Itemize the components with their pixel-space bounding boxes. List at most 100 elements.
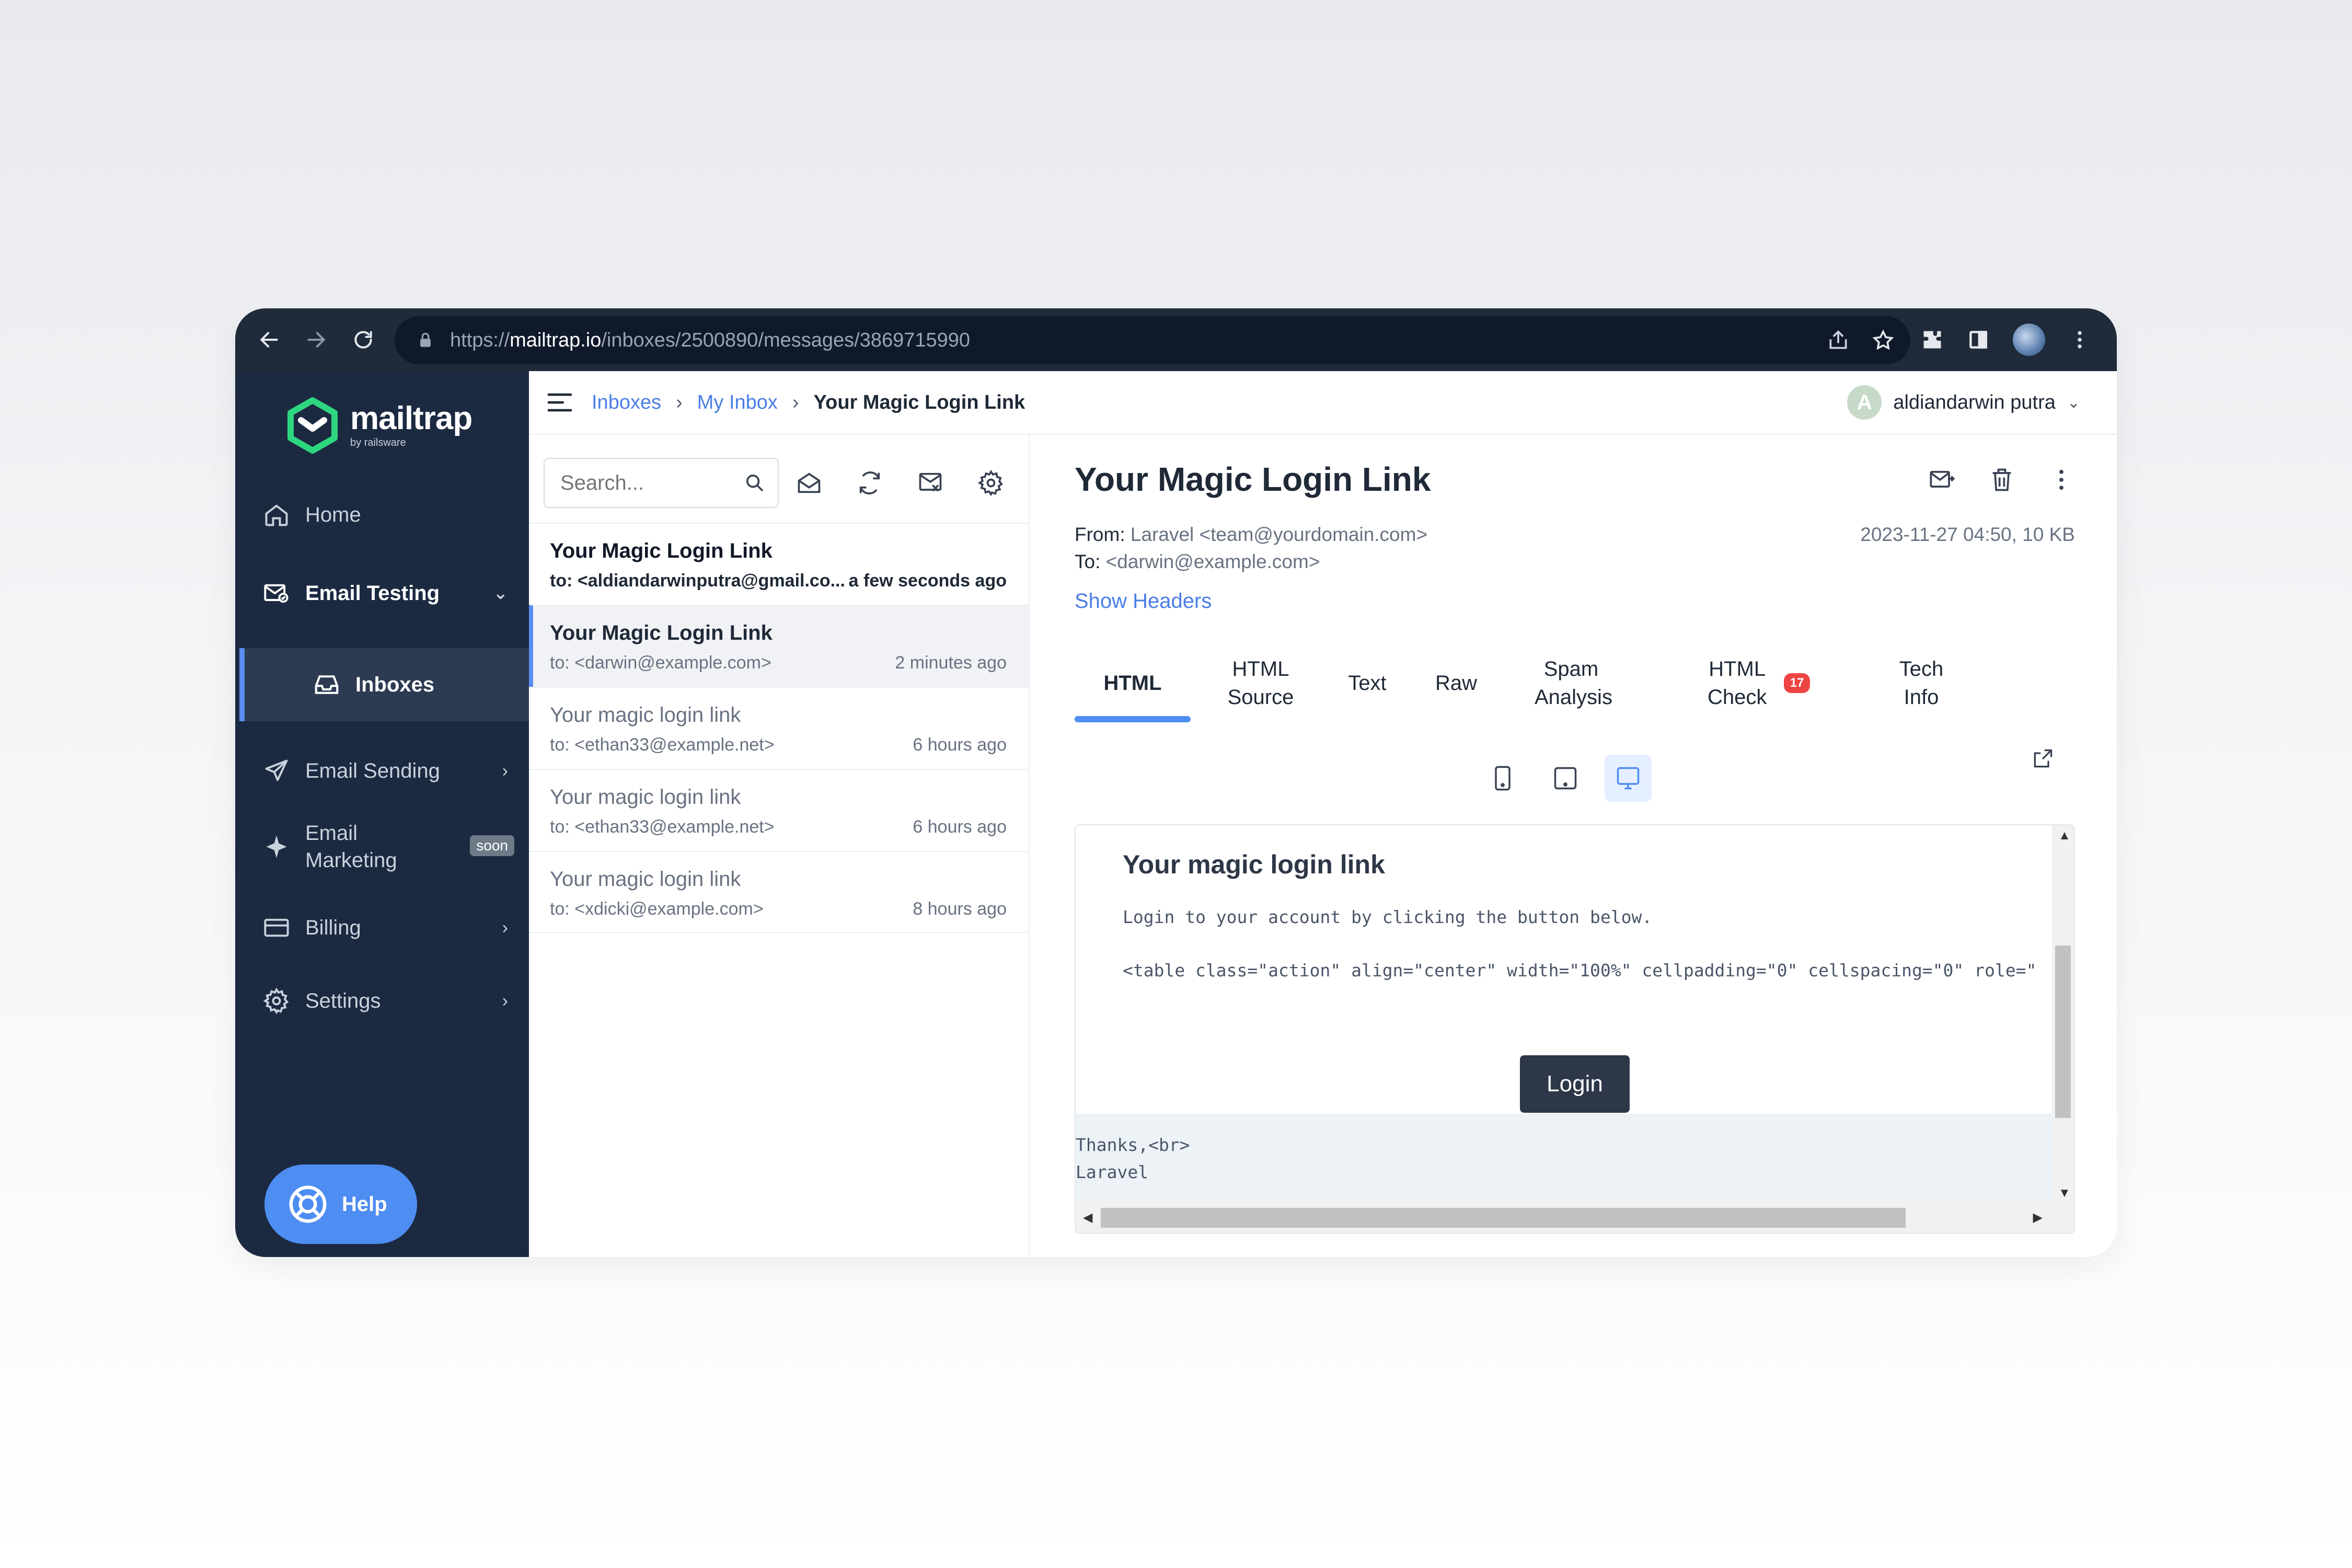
chevron-right-icon: › [502,760,508,781]
lock-icon [420,332,431,347]
tab-label: Text [1348,672,1387,695]
breadcrumb-current: Your Magic Login Link [813,391,1025,413]
message-subject: Your Magic Login Link [550,539,773,562]
tab-html-source[interactable]: HTML Source [1219,644,1302,722]
forward-icon[interactable] [293,316,340,363]
scroll-down-arrow-icon[interactable]: ▼ [2058,1186,2071,1201]
message-tabs: HTML HTML Source Text Raw Spam Analysis … [1075,644,2073,722]
bookmark-star-icon[interactable] [1872,329,1895,352]
vertical-scrollbar[interactable]: ▲ ▼ [2052,825,2074,1203]
breadcrumb-my-inbox[interactable]: My Inbox [697,391,778,414]
mobile-view-button[interactable] [1479,755,1526,802]
chevron-right-icon: › [502,917,508,938]
tab-label: HTML [1103,672,1162,695]
from-line: From: Laravel <team@yourdomain.com> [1075,524,1427,546]
tab-label: Raw [1435,672,1478,695]
list-item[interactable]: Your Magic Login Link to: <darwin@exampl… [529,605,1029,687]
scroll-up-arrow-icon[interactable]: ▲ [2058,828,2071,843]
login-button[interactable]: Login [1520,1055,1630,1113]
sidebar-item-home[interactable]: Home [235,486,529,544]
tablet-view-button[interactable] [1542,755,1589,802]
extensions-puzzle-icon[interactable] [1921,328,1944,351]
list-toolbar [795,458,1005,508]
preview-footer-line: Thanks,<br> [1076,1135,1190,1155]
breadcrumb-inboxes[interactable]: Inboxes [592,391,661,414]
scroll-right-arrow-icon[interactable]: ▶ [2033,1210,2043,1225]
user-menu[interactable]: A aldiandarwin putra ⌄ [1847,371,2080,434]
inbox-icon [313,671,341,699]
inbox-settings-icon[interactable] [977,469,1005,497]
horizontal-scrollbar[interactable]: ◀ ▶ [1076,1203,2074,1233]
message-time: 2 minutes ago [895,653,1007,673]
message-recipient: to: <ethan33@example.net> [550,735,775,755]
browser-window: https://mailtrap.io/inboxes/2500890/mess… [235,308,2117,1257]
side-panel-icon[interactable] [1967,328,1990,351]
logo-subtitle: by railsware [350,436,406,448]
breadcrumb-separator: › [676,391,683,413]
clear-inbox-icon[interactable] [917,469,944,497]
refresh-icon[interactable] [856,469,883,497]
list-item[interactable]: Your magic login link to: <xdicki@exampl… [529,851,1029,933]
trash-icon[interactable] [1988,466,2015,493]
chevron-down-icon: ⌄ [493,583,509,603]
horizontal-scroll-thumb[interactable] [1101,1208,1906,1228]
list-item[interactable]: Your magic login link to: <ethan33@examp… [529,687,1029,769]
forward-email-icon[interactable] [1929,466,1956,493]
more-options-icon[interactable] [2048,466,2075,493]
list-item[interactable]: Your magic login link to: <ethan33@examp… [529,769,1029,851]
message-pane: Your Magic Login Link From: Laravel <tea… [1030,435,2117,1257]
lifebuoy-icon [289,1185,327,1223]
address-bar[interactable]: https://mailtrap.io/inboxes/2500890/mess… [395,316,1910,364]
sidebar-item-email-sending[interactable]: Email Sending › [235,742,529,800]
sidebar: mailtrap by railsware Home Email Testing… [235,371,529,1257]
help-button[interactable]: Help [264,1165,417,1244]
to-label: To: [1075,551,1101,572]
message-date-size: 2023-11-27 04:50, 10 KB [1860,524,2075,545]
sidebar-item-settings[interactable]: Settings › [235,972,529,1030]
sidebar-item-inboxes[interactable]: Inboxes [239,648,529,721]
search-input[interactable] [559,470,734,495]
browser-menu-icon[interactable] [2068,328,2091,351]
tab-label: HTML Source [1227,658,1294,709]
message-title: Your Magic Login Link [1075,460,1431,498]
back-icon[interactable] [246,316,293,363]
mailtrap-logo[interactable]: mailtrap by railsware [286,397,472,454]
message-subject: Your magic login link [550,868,741,891]
search-icon[interactable] [744,472,765,493]
tab-html[interactable]: HTML [1075,644,1191,722]
sidebar-item-email-marketing[interactable]: Email Marketing soon [235,805,529,889]
credit-card-icon [262,914,291,942]
menu-toggle-icon[interactable] [548,392,572,413]
url-text: https://mailtrap.io/inboxes/2500890/mess… [450,329,971,351]
paper-plane-icon [262,757,291,785]
tab-tech-info[interactable]: Tech Info [1882,644,1961,722]
scroll-left-arrow-icon[interactable]: ◀ [1083,1210,1092,1225]
list-item[interactable]: Your Magic Login Link to: <aldiandarwinp… [529,523,1029,605]
tab-label: Spam Analysis [1535,658,1612,709]
tab-raw[interactable]: Raw [1425,644,1488,722]
tablet-icon [1554,767,1577,790]
message-subject: Your Magic Login Link [550,621,773,644]
share-icon[interactable] [1827,329,1850,352]
preview-footer: Thanks,<br> Laravel [1076,1114,2052,1203]
tab-spam-analysis[interactable]: Spam Analysis [1514,644,1629,722]
show-headers-link[interactable]: Show Headers [1075,590,1212,613]
message-actions [1929,466,2075,493]
email-testing-icon [262,579,291,607]
preview-body-line: Login to your account by clicking the bu… [1123,907,1653,927]
message-recipient: to: <xdicki@example.com> [550,899,764,919]
desktop-view-button[interactable] [1605,755,1652,802]
tab-html-check[interactable]: HTML Check 17 [1676,644,1838,722]
logo-wordmark: mailtrap [350,400,472,436]
sidebar-item-email-testing[interactable]: Email Testing ⌄ [235,564,529,622]
vertical-scroll-thumb[interactable] [2055,946,2071,1118]
tab-text[interactable]: Text [1336,644,1399,722]
mark-read-icon[interactable] [795,469,823,497]
profile-avatar[interactable] [2013,324,2045,356]
phone-icon [1495,766,1511,791]
message-recipient: to: <aldiandarwinputra@gmail.co... [550,571,845,591]
message-list: Your Magic Login Link to: <aldiandarwinp… [529,523,1029,933]
reload-icon[interactable] [340,316,387,363]
sidebar-item-billing[interactable]: Billing › [235,899,529,956]
open-in-new-window-icon[interactable] [2031,747,2054,770]
